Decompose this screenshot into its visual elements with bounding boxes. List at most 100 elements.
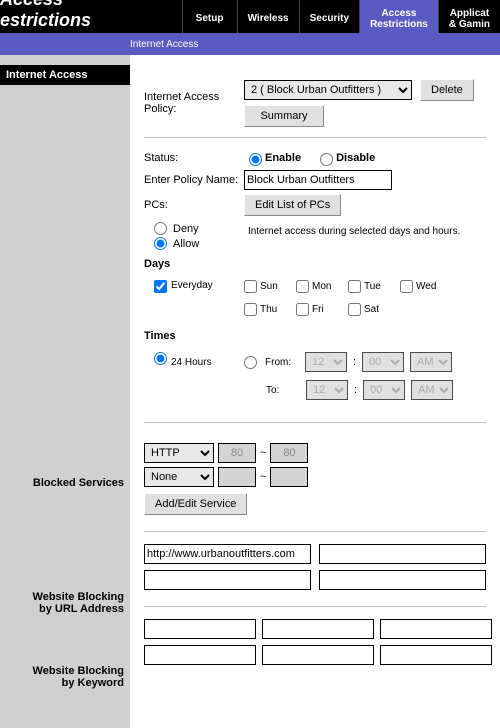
kw-input-1[interactable] — [144, 619, 256, 639]
fri-label: Fri — [312, 304, 324, 315]
main-tabs: Setup Wireless Security AccessRestrictio… — [182, 0, 500, 33]
separator — [144, 137, 486, 138]
sidebar-label-text: by Keyword — [62, 677, 124, 689]
url-row-1 — [144, 544, 486, 564]
kw-row-2 — [144, 645, 486, 665]
sun-check[interactable] — [244, 280, 257, 293]
thu-label: Thu — [260, 304, 277, 315]
tab-wireless[interactable]: Wireless — [237, 0, 299, 33]
status-disable[interactable]: Disable — [315, 150, 375, 166]
name-row: Enter Policy Name: — [144, 170, 486, 190]
layout: Internet Access Blocked Services Website… — [0, 55, 500, 728]
sidebar-label-text: Blocked Services — [33, 477, 124, 489]
status-enable-text: Enable — [265, 152, 301, 164]
everyday-checkbox[interactable] — [154, 280, 167, 293]
allday-radio[interactable] — [154, 352, 167, 365]
sun-label: Sun — [260, 281, 278, 292]
fri-check[interactable] — [296, 303, 309, 316]
service2-select[interactable]: None — [144, 467, 214, 487]
tue-label: Tue — [364, 281, 381, 292]
brand: Accessestrictions — [0, 0, 97, 33]
sidebar-label-text: Website Blocking — [33, 591, 124, 603]
tab-security[interactable]: Security — [299, 0, 359, 33]
from-hour[interactable]: 12 — [305, 352, 347, 372]
status-enable[interactable]: Enable — [244, 150, 301, 166]
service2-port-a[interactable] — [218, 467, 256, 487]
url-input-4[interactable] — [319, 570, 486, 590]
top-bar: Accessestrictions Setup Wireless Securit… — [0, 0, 500, 33]
days-row-2: Thu Fri Sat — [244, 303, 486, 316]
timerange-radio[interactable] — [244, 356, 257, 369]
tab-access-restrictions[interactable]: AccessRestrictions — [359, 0, 438, 33]
tilde-1: ~ — [260, 447, 266, 459]
tue-cell: Tue — [348, 280, 396, 293]
sidebar-label-url-blocking: Website Blockingby URL Address — [0, 585, 130, 617]
allday-label: 24 Hours — [171, 357, 212, 368]
tab-apps-l1: Applicat — [449, 8, 490, 19]
wed-check[interactable] — [400, 280, 413, 293]
summary-button[interactable]: Summary — [244, 105, 324, 127]
kw-input-3[interactable] — [380, 619, 492, 639]
sidebar-item-internet-access[interactable]: Internet Access — [0, 65, 130, 85]
policy-label-l2: Policy: — [144, 103, 176, 115]
main-panel: Internet AccessPolicy: 2 ( Block Urban O… — [130, 55, 500, 728]
pcs-row: PCs: Edit List of PCs — [144, 194, 486, 216]
edit-pcs-button[interactable]: Edit List of PCs — [244, 194, 341, 216]
service1-port-b[interactable] — [270, 443, 308, 463]
to-label: To: — [266, 385, 300, 396]
url-input-1[interactable] — [144, 544, 311, 564]
subnav: Internet Access — [0, 33, 500, 55]
service1-port-a[interactable] — [218, 443, 256, 463]
thu-cell: Thu — [244, 303, 292, 316]
subnav-label: Internet Access — [130, 39, 198, 50]
tab-security-label: Security — [310, 13, 349, 24]
add-edit-service-button[interactable]: Add/Edit Service — [144, 493, 247, 515]
sidebar: Internet Access Blocked Services Website… — [0, 55, 130, 728]
tab-apps-l2: & Gamin — [449, 19, 490, 30]
sidebar-item-label: Internet Access — [6, 69, 88, 81]
sun-cell: Sun — [244, 280, 292, 293]
mon-check[interactable] — [296, 280, 309, 293]
service1-select[interactable]: HTTP — [144, 443, 214, 463]
separator-3 — [144, 531, 486, 532]
deny-option[interactable]: Deny — [154, 222, 244, 235]
sidebar-label-keyword-blocking: Website Blockingby Keyword — [0, 659, 130, 691]
allow-option[interactable]: Allow — [154, 237, 244, 250]
service2-port-b[interactable] — [270, 467, 308, 487]
tab-setup[interactable]: Setup — [182, 0, 237, 33]
separator-2 — [144, 422, 486, 423]
sat-check[interactable] — [348, 303, 361, 316]
kw-input-5[interactable] — [262, 645, 374, 665]
url-input-3[interactable] — [144, 570, 311, 590]
sidebar-label-text: by URL Address — [39, 603, 124, 615]
times-heading: Times — [144, 330, 486, 342]
mon-label: Mon — [312, 281, 331, 292]
from-min[interactable]: 00 — [362, 352, 404, 372]
delete-button[interactable]: Delete — [420, 79, 474, 101]
status-disable-radio[interactable] — [320, 153, 333, 166]
tue-check[interactable] — [348, 280, 361, 293]
to-ampm[interactable]: AM — [411, 380, 453, 400]
kw-input-6[interactable] — [380, 645, 492, 665]
tilde-2: ~ — [260, 471, 266, 483]
days-heading: Days — [144, 258, 486, 270]
status-disable-text: Disable — [336, 152, 375, 164]
to-min[interactable]: 00 — [363, 380, 405, 400]
allow-radio[interactable] — [154, 237, 167, 250]
deny-radio[interactable] — [154, 222, 167, 235]
thu-check[interactable] — [244, 303, 257, 316]
tab-applications-gaming[interactable]: Applicat& Gamin — [438, 0, 500, 33]
sidebar-label-blocked-services: Blocked Services — [0, 471, 130, 491]
status-label: Status: — [144, 152, 244, 164]
policy-select[interactable]: 2 ( Block Urban Outfitters ) — [244, 80, 412, 100]
to-hour[interactable]: 12 — [306, 380, 348, 400]
deny-text: Deny — [173, 223, 199, 235]
fri-cell: Fri — [296, 303, 344, 316]
status-enable-radio[interactable] — [249, 153, 262, 166]
policy-name-input[interactable] — [244, 170, 392, 190]
kw-input-2[interactable] — [262, 619, 374, 639]
from-ampm[interactable]: AM — [410, 352, 452, 372]
from-label: From: — [265, 357, 299, 368]
url-input-2[interactable] — [319, 544, 486, 564]
kw-input-4[interactable] — [144, 645, 256, 665]
